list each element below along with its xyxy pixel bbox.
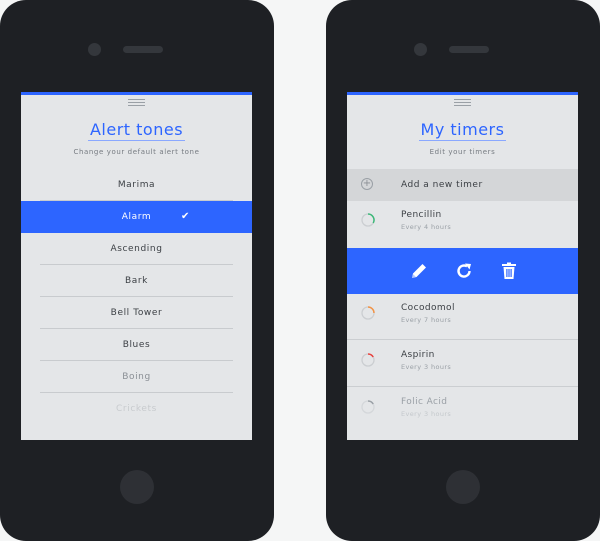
tone-label: Boing [122,372,151,382]
list-item-tone[interactable]: Marima [21,169,252,201]
tone-label: Blues [122,340,151,350]
timer-name: Folic Acid [401,397,448,407]
timer-frequency: Every 7 hours [401,316,452,324]
page-subtitle: Change your default alert tone [73,148,200,156]
progress-ring-icon [361,353,375,367]
camera-dot [88,43,101,56]
list-item-tone-selected[interactable]: Alarm ✔ [21,201,252,233]
speaker-slot [449,46,489,53]
timer-name: Aspirin [401,350,435,360]
list-item-tone[interactable]: Boing [21,361,252,393]
refresh-icon[interactable] [454,261,474,281]
my-timers-screen: My timers Edit your timers + Add a new t… [347,92,578,440]
check-icon: ✔ [181,211,190,222]
plus-icon: + [361,178,373,190]
grip-icon[interactable] [454,99,471,106]
tone-label: Crickets [116,404,157,414]
page-title: My timers [418,120,507,141]
list-item-tone[interactable]: Bell Tower [21,297,252,329]
timer-row[interactable]: Cocodomol Every 7 hours [347,294,578,340]
tone-label: Marima [117,180,156,190]
list-item-tone[interactable]: Blues [21,329,252,361]
tone-list: Marima Alarm ✔ Ascending Bark Bell Tower… [21,169,252,425]
tone-label: Alarm [121,212,152,222]
timer-row[interactable]: Pencillin Every 4 hours [347,201,578,247]
page-title: Alert tones [87,120,186,141]
pencil-icon[interactable] [409,261,429,281]
progress-ring-icon [361,306,375,320]
alert-tones-screen: Alert tones Change your default alert to… [21,92,252,440]
home-button[interactable] [446,470,480,504]
timer-action-bar [347,248,578,294]
progress-ring-icon [361,400,375,414]
speaker-slot [123,46,163,53]
timer-name: Pencillin [401,210,442,220]
add-timer-label: Add a new timer [401,180,483,190]
phone-left: Alert tones Change your default alert to… [0,0,274,541]
list-item-tone[interactable]: Ascending [21,233,252,265]
timer-frequency: Every 4 hours [401,223,452,231]
camera-dot [414,43,427,56]
add-timer-button[interactable]: + Add a new timer [347,169,578,201]
timer-row[interactable]: Folic Acid Every 3 hours [347,388,578,434]
timer-row[interactable]: Aspirin Every 3 hours [347,341,578,387]
list-item-tone[interactable]: Bark [21,265,252,297]
trash-icon[interactable] [499,261,519,281]
progress-ring-icon [361,213,375,227]
timer-frequency: Every 3 hours [401,410,452,418]
list-item-tone[interactable]: Crickets [21,393,252,425]
page-subtitle: Edit your timers [429,148,496,156]
phone-right: My timers Edit your timers + Add a new t… [326,0,600,541]
timer-name: Cocodomol [401,303,455,313]
tone-label: Bell Tower [110,308,163,318]
tone-label: Bark [124,276,148,286]
home-button[interactable] [120,470,154,504]
grip-icon[interactable] [128,99,145,106]
timer-frequency: Every 3 hours [401,363,452,371]
tone-label: Ascending [110,244,163,254]
